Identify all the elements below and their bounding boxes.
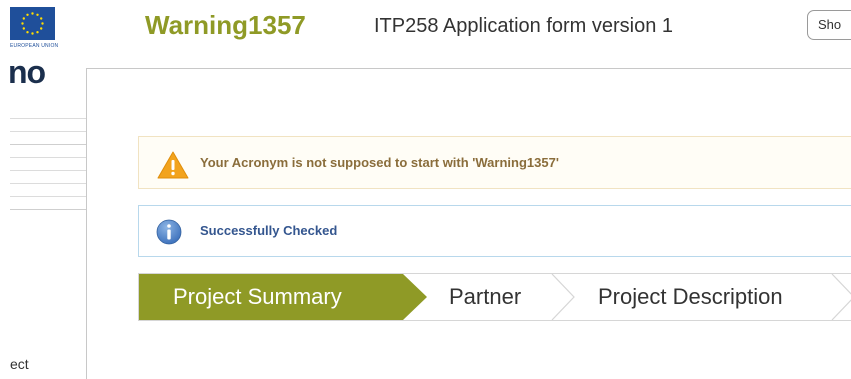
warning-text: Your Acronym is not supposed to start wi…: [200, 155, 559, 170]
sidebar-divider: [10, 118, 87, 119]
sidebar-divider: [10, 131, 87, 132]
show-button[interactable]: Sho: [807, 10, 851, 40]
tab-project-summary[interactable]: Project Summary: [173, 274, 342, 320]
tab-partner[interactable]: Partner: [449, 274, 521, 320]
sidebar-divider: [10, 209, 87, 210]
warning-message: Your Acronym is not supposed to start wi…: [138, 136, 851, 189]
eu-caption: EUROPEAN UNION: [10, 43, 59, 49]
content-border-left: [86, 68, 87, 379]
sidebar-item-project[interactable]: ect: [10, 356, 29, 372]
content-border-top: [86, 68, 851, 69]
sidebar-divider: [10, 196, 87, 197]
sidebar-divider: [10, 144, 87, 145]
programme-logo: no: [8, 54, 46, 90]
sidebar-divider: [10, 157, 87, 158]
form-title: ITP258 Application form version 1: [374, 15, 674, 37]
info-icon: [156, 219, 182, 250]
sidebar-divider: [10, 170, 87, 171]
step-navigation: Project Summary Partner Project Descript…: [138, 273, 851, 321]
tab-project-description[interactable]: Project Description: [598, 274, 783, 320]
sidebar-divider: [10, 183, 87, 184]
warning-icon: [156, 150, 190, 185]
info-message: Successfully Checked: [138, 205, 851, 257]
sidebar-nav-separators: [10, 118, 87, 236]
info-text: Successfully Checked: [200, 223, 338, 238]
eu-flag-logo: [10, 7, 55, 40]
project-acronym: Warning1357: [145, 10, 306, 40]
sidebar: EUROPEAN UNION no ect: [0, 0, 87, 379]
